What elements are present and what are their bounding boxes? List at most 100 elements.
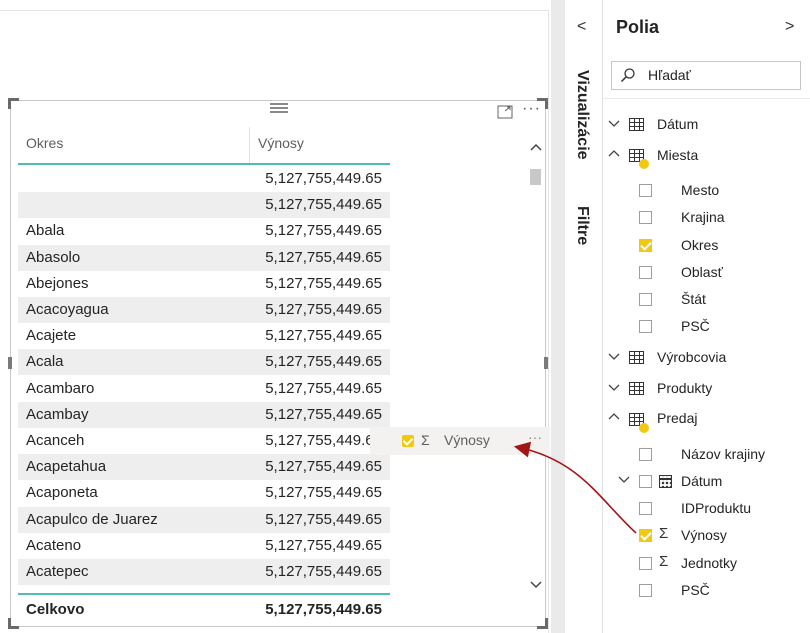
cell-vynosy: 5,127,755,449.65	[265, 170, 382, 187]
field-item[interactable]: Oblasť	[681, 261, 723, 283]
divider	[603, 98, 810, 99]
table-row[interactable]: Acatepec 5,127,755,449.65	[18, 559, 390, 585]
chevron-up-icon[interactable]	[608, 148, 620, 163]
field-item[interactable]: Výnosy	[681, 524, 727, 546]
total-row: Celkovo 5,127,755,449.65	[18, 597, 390, 623]
field-item[interactable]: Názov krajiny	[681, 443, 765, 465]
cell-okres: Abejones	[26, 274, 89, 292]
cell-vynosy: 5,127,755,449.65	[265, 536, 382, 554]
table-row[interactable]: Acapulco de Juarez 5,127,755,449.65	[18, 506, 390, 533]
chevron-left-icon[interactable]: <	[577, 18, 586, 36]
table-predaj[interactable]: Predaj	[657, 407, 697, 429]
canvas-border	[548, 10, 549, 633]
field-checkbox[interactable]	[639, 475, 652, 488]
field-item[interactable]: Okres	[681, 234, 718, 256]
selected-badge-icon	[639, 423, 649, 433]
table-icon	[629, 351, 644, 364]
table-row[interactable]: Abasolo 5,127,755,449.65	[18, 244, 390, 271]
field-item[interactable]: PSČ	[681, 579, 710, 601]
column-header-vynosy[interactable]: Výnosy	[258, 127, 304, 164]
table-row[interactable]: Acambay 5,127,755,449.65	[18, 401, 390, 428]
field-checkbox[interactable]	[639, 293, 652, 306]
field-checkbox[interactable]	[639, 502, 652, 515]
calendar-icon	[659, 475, 672, 488]
field-checkbox[interactable]	[639, 529, 652, 542]
table-row[interactable]: Acacoyagua 5,127,755,449.65	[18, 297, 390, 323]
field-checkbox[interactable]	[639, 266, 652, 279]
table-datum[interactable]: Dátum	[657, 113, 698, 135]
scrollbar-thumb[interactable]	[530, 169, 541, 185]
table-row[interactable]: 5,127,755,449.65	[18, 166, 390, 192]
cell-okres: Abasolo	[26, 248, 81, 266]
table-row[interactable]: Acala 5,127,755,449.65	[18, 349, 390, 376]
header-underline	[18, 163, 390, 165]
more-options-icon: ···	[528, 429, 542, 445]
field-checkbox[interactable]	[639, 320, 652, 333]
field-checkbox[interactable]	[639, 211, 652, 224]
table-row[interactable]: 5,127,755,449.65	[18, 192, 390, 219]
table-visual[interactable]: ··· Okres Výnosy 5,127,755,449.65 5,127,7…	[8, 98, 548, 629]
chevron-up-icon[interactable]	[608, 411, 620, 426]
focus-mode-icon[interactable]	[497, 105, 513, 119]
checkbox-icon	[402, 435, 414, 447]
more-options-icon[interactable]: ···	[522, 101, 544, 119]
table-miesta[interactable]: Miesta	[657, 144, 698, 166]
sigma-icon: Σ	[421, 432, 430, 448]
table-row[interactable]: Acanceh 5,127,755,449.65	[18, 428, 390, 454]
total-label: Celkovo	[26, 601, 85, 618]
scroll-down-icon[interactable]	[530, 579, 542, 593]
column-divider	[249, 127, 250, 164]
field-item[interactable]: Mesto	[681, 179, 719, 201]
selected-badge-icon	[639, 159, 649, 169]
search-input[interactable]: Hľadať	[611, 61, 801, 90]
column-header-okres[interactable]: Okres	[26, 127, 63, 164]
field-item[interactable]: IDProduktu	[681, 497, 751, 519]
chevron-right-icon[interactable]: >	[785, 18, 794, 36]
cell-okres: Acajete	[26, 327, 77, 345]
cell-okres: Acambaro	[26, 379, 95, 397]
field-item[interactable]: Krajina	[681, 206, 725, 228]
table-row[interactable]: Acateno 5,127,755,449.65	[18, 533, 390, 559]
cell-vynosy: 5,127,755,449.65	[265, 510, 382, 528]
table-row[interactable]: Acapetahua 5,127,755,449.65	[18, 454, 390, 481]
cell-okres: Acapetahua	[26, 458, 107, 476]
drag-field-ghost: Σ Výnosy ···	[370, 427, 550, 455]
scroll-up-icon[interactable]	[530, 141, 542, 155]
chevron-down-icon[interactable]	[618, 473, 630, 488]
chevron-down-icon[interactable]	[608, 381, 620, 396]
table-row[interactable]: Acaponeta 5,127,755,449.65	[18, 480, 390, 506]
field-checkbox[interactable]	[639, 557, 652, 570]
filtre-tab[interactable]: Filtre	[573, 206, 591, 245]
pane-title: Polia	[616, 17, 660, 37]
drag-grip-icon[interactable]	[270, 101, 288, 113]
table-row[interactable]: Acajete 5,127,755,449.65	[18, 323, 390, 349]
cell-okres: Acanceh	[26, 432, 85, 449]
field-item[interactable]: Štát	[681, 288, 706, 310]
field-item[interactable]: Jednotky	[681, 552, 737, 574]
cell-okres: Acapulco de Juarez	[26, 510, 158, 528]
cell-okres: Acambay	[26, 405, 89, 423]
field-checkbox[interactable]	[639, 448, 652, 461]
search-placeholder: Hľadať	[648, 67, 691, 83]
field-item[interactable]: PSČ	[681, 315, 710, 337]
resize-handle[interactable]	[8, 98, 19, 109]
table-row[interactable]: Abejones 5,127,755,449.65	[18, 271, 390, 297]
field-item[interactable]: Dátum	[681, 470, 722, 492]
cell-vynosy: 5,127,755,449.65	[265, 353, 382, 371]
table-row[interactable]: Abala 5,127,755,449.65	[18, 218, 390, 244]
field-checkbox[interactable]	[639, 239, 652, 252]
table-vyrobcovia[interactable]: Výrobcovia	[657, 346, 726, 368]
sigma-icon: Σ	[659, 525, 669, 542]
table-row[interactable]: Acambaro 5,127,755,449.65	[18, 376, 390, 402]
chevron-down-icon[interactable]	[608, 350, 620, 365]
table-produkty[interactable]: Produkty	[657, 377, 712, 399]
cell-vynosy: 5,127,755,449.65	[265, 274, 382, 292]
resize-handle[interactable]	[544, 357, 548, 369]
cell-okres: Acacoyagua	[26, 301, 109, 318]
field-checkbox[interactable]	[639, 184, 652, 197]
resize-handle[interactable]	[8, 357, 12, 369]
vizualizacie-tab[interactable]: Vizualizácie	[573, 70, 591, 160]
resize-handle[interactable]	[537, 618, 548, 629]
chevron-down-icon[interactable]	[608, 117, 620, 132]
field-checkbox[interactable]	[639, 584, 652, 597]
